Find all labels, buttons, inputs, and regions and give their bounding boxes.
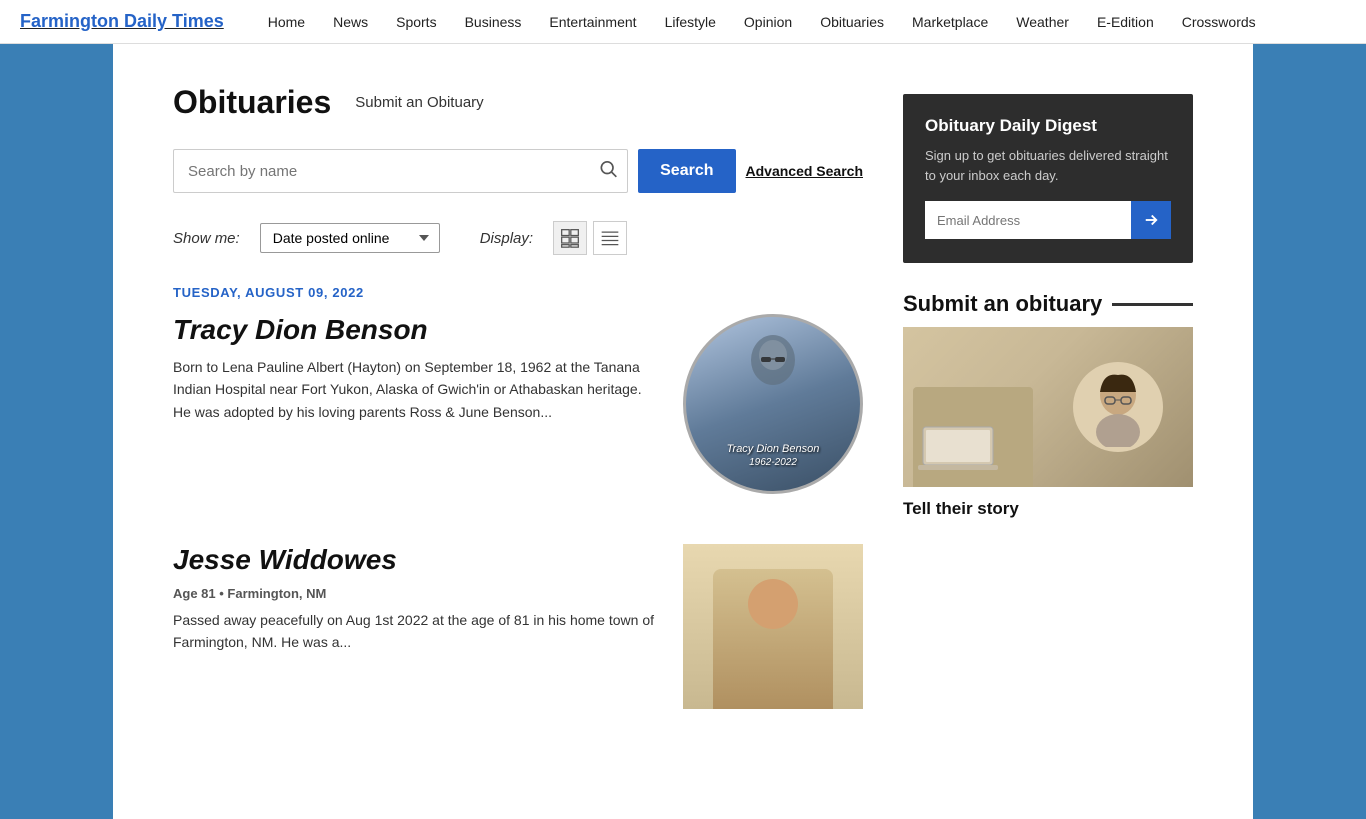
nav-links: HomeNewsSportsBusinessEntertainmentLifes… [254, 0, 1270, 44]
brand-name-plain: Farmington [20, 11, 124, 31]
nav-link-obituaries[interactable]: Obituaries [806, 0, 898, 44]
show-me-label: Show me: [173, 230, 240, 247]
tracy-photo-text: Tracy Dion Benson 1962-2022 [727, 442, 820, 469]
nav-link-opinion[interactable]: Opinion [730, 0, 806, 44]
obit-excerpt-tracy: Born to Lena Pauline Albert (Hayton) on … [173, 356, 663, 423]
list-icon [600, 228, 620, 248]
main-content: Obituaries Submit an Obituary Search Adv… [173, 84, 863, 759]
digest-title: Obituary Daily Digest [925, 116, 1171, 136]
obit-card-tracy: Tracy Dion Benson Born to Lena Pauline A… [173, 314, 863, 494]
submit-title: Submit an obituary [903, 291, 1193, 317]
display-grid-button[interactable] [553, 221, 587, 255]
sidebar-submit: Submit an obituary [903, 291, 1193, 519]
brand-name-colored: Daily Times [124, 11, 224, 31]
email-input[interactable] [925, 201, 1131, 239]
obit-text-jesse: Jesse Widdowes Age 81 • Farmington, NM P… [173, 544, 663, 654]
search-icon-button[interactable] [598, 159, 618, 184]
sidebar-digest: Obituary Daily Digest Sign up to get obi… [903, 94, 1193, 263]
nav-item-marketplace: Marketplace [898, 0, 1002, 44]
submit-obituary-link[interactable]: Submit an Obituary [355, 94, 483, 111]
nav-item-eedition: E-Edition [1083, 0, 1168, 44]
obit-name-tracy[interactable]: Tracy Dion Benson [173, 314, 663, 346]
nav-item-opinion: Opinion [730, 0, 806, 44]
obit-photo-jesse[interactable] [683, 544, 863, 709]
nav-link-entertainment[interactable]: Entertainment [535, 0, 650, 44]
digest-description: Sign up to get obituaries delivered stra… [925, 146, 1171, 185]
person-graphic [1073, 362, 1163, 452]
display-list-button[interactable] [593, 221, 627, 255]
nav-item-entertainment: Entertainment [535, 0, 650, 44]
jesse-head [748, 579, 798, 629]
nav-link-business[interactable]: Business [451, 0, 536, 44]
grid-icon [560, 228, 580, 248]
page-title-row: Obituaries Submit an Obituary [173, 84, 863, 121]
page-wrapper: Obituaries Submit an Obituary Search Adv… [113, 44, 1253, 819]
sidebar: Obituary Daily Digest Sign up to get obi… [903, 84, 1193, 759]
nav-item-weather: Weather [1002, 0, 1083, 44]
email-row [925, 201, 1171, 239]
advanced-search-link[interactable]: Advanced Search [746, 163, 864, 179]
nav-item-home: Home [254, 0, 319, 44]
nav-link-crosswords[interactable]: Crosswords [1168, 0, 1270, 44]
obit-text-tracy: Tracy Dion Benson Born to Lena Pauline A… [173, 314, 663, 423]
person-icon [1078, 367, 1158, 447]
filters-row: Show me: Date posted onlineAlphabeticalD… [173, 221, 863, 255]
site-brand[interactable]: Farmington Daily Times [20, 11, 224, 32]
navbar: Farmington Daily Times HomeNewsSportsBus… [0, 0, 1366, 44]
show-me-select[interactable]: Date posted onlineAlphabeticalDate of pa… [260, 223, 440, 253]
jesse-figure [713, 569, 833, 709]
obit-name-jesse[interactable]: Jesse Widdowes [173, 544, 663, 576]
nav-item-obituaries: Obituaries [806, 0, 898, 44]
nav-link-sports[interactable]: Sports [382, 0, 450, 44]
laptop-icon [918, 422, 998, 472]
search-input[interactable] [173, 149, 628, 193]
obit-photo-tracy[interactable]: Tracy Dion Benson 1962-2022 [683, 314, 863, 494]
nav-link-eedition[interactable]: E-Edition [1083, 0, 1168, 44]
obit-card-jesse: Jesse Widdowes Age 81 • Farmington, NM P… [173, 544, 863, 709]
tracy-dates-overlay: 1962-2022 [727, 456, 820, 469]
tracy-name-overlay: Tracy Dion Benson [727, 442, 820, 456]
search-row: Search Advanced Search [173, 149, 863, 193]
nav-item-crosswords: Crosswords [1168, 0, 1270, 44]
nav-link-weather[interactable]: Weather [1002, 0, 1083, 44]
nav-link-lifestyle[interactable]: Lifestyle [651, 0, 730, 44]
search-icon [598, 159, 618, 179]
nav-link-home[interactable]: Home [254, 0, 319, 44]
search-button[interactable]: Search [638, 149, 735, 193]
nav-item-sports: Sports [382, 0, 450, 44]
display-options [553, 221, 627, 255]
display-label: Display: [480, 230, 533, 247]
arrow-right-icon [1142, 211, 1160, 229]
obit-excerpt-jesse: Passed away peacefully on Aug 1st 2022 a… [173, 609, 663, 654]
date-section: Tuesday, August 09, 2022 [173, 285, 863, 300]
submit-image [903, 327, 1193, 487]
obit-meta-jesse: Age 81 • Farmington, NM [173, 586, 663, 601]
nav-item-lifestyle: Lifestyle [651, 0, 730, 44]
nav-item-news: News [319, 0, 382, 44]
nav-link-news[interactable]: News [319, 0, 382, 44]
tracy-photo-graphic [723, 325, 823, 425]
nav-item-business: Business [451, 0, 536, 44]
submit-cta: Tell their story [903, 499, 1193, 519]
nav-link-marketplace[interactable]: Marketplace [898, 0, 1002, 44]
search-input-wrap [173, 149, 628, 193]
page-title: Obituaries [173, 84, 331, 121]
email-submit-button[interactable] [1131, 201, 1171, 239]
